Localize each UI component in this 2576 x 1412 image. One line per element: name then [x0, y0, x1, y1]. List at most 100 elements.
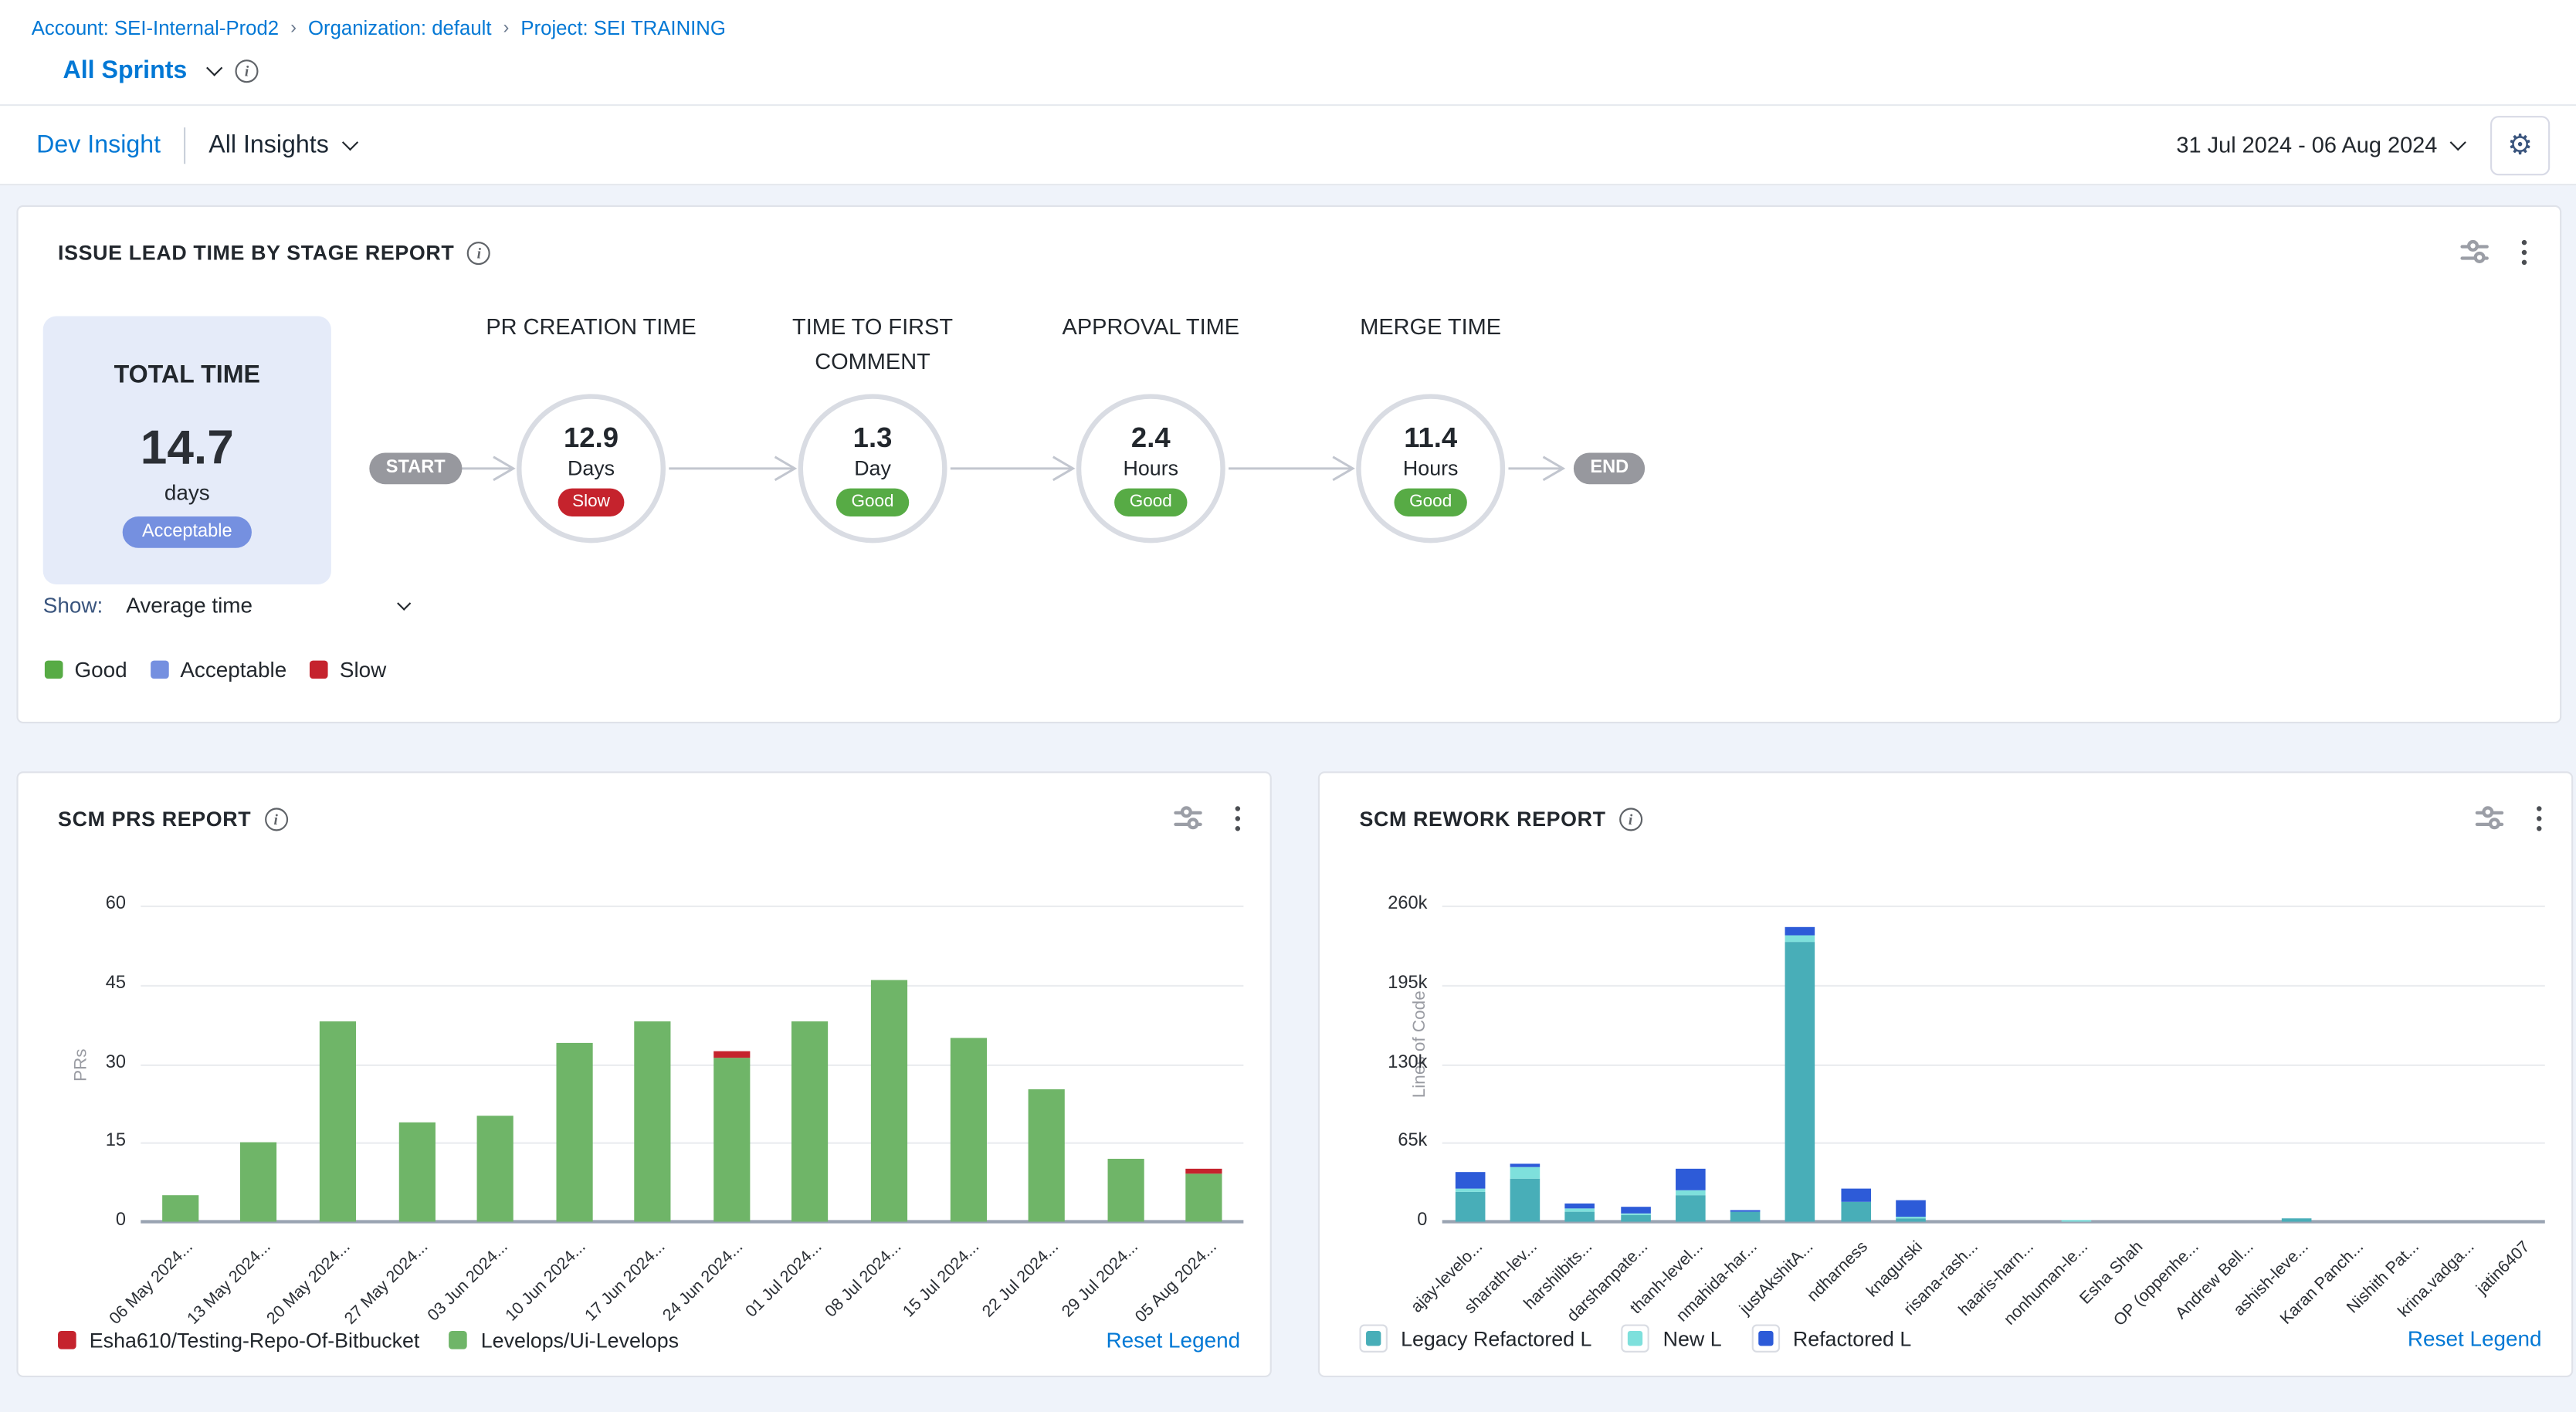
stage-title: APPROVAL TIME: [1026, 310, 1275, 344]
show-dropdown[interactable]: Show: Average time: [43, 593, 408, 618]
scm-prs-chart: PRs 01530456006 May 2024...13 May 2024..…: [141, 906, 1243, 1222]
legend-swatch: [58, 1331, 76, 1349]
info-icon[interactable]: i: [264, 808, 287, 831]
show-value: Average time: [126, 593, 253, 618]
x-axis-label: 13 May 2024...: [185, 1238, 275, 1329]
breadcrumb-separator: ›: [503, 19, 510, 39]
stage-circle[interactable]: 12.9DaysSlow: [517, 394, 666, 543]
stage-value: 11.4: [1404, 422, 1457, 455]
bar-segment: [1186, 1174, 1222, 1221]
panel-title-text: SCM REWORK REPORT: [1359, 808, 1605, 831]
stage-circle[interactable]: 2.4HoursGood: [1076, 394, 1225, 543]
bar-segment: [635, 1021, 671, 1221]
bar-segment: [713, 1051, 750, 1058]
bar-segment: [1107, 1159, 1144, 1222]
bar-segment: [1455, 1189, 1485, 1193]
stage-unit: Day: [854, 456, 891, 479]
breadcrumb-project[interactable]: Project: SEI TRAINING: [520, 16, 725, 39]
bar-segment: [1565, 1212, 1595, 1222]
info-icon[interactable]: i: [1619, 808, 1642, 831]
filter-sliders-icon[interactable]: [2476, 806, 2503, 831]
y-axis-tick: 30: [106, 1052, 126, 1072]
gridline: [1442, 1143, 2545, 1144]
x-axis-label: 10 Jun 2024...: [503, 1238, 591, 1326]
gridline: [141, 984, 1243, 986]
sprint-selector[interactable]: All Sprints: [63, 56, 187, 84]
legend-item[interactable]: Legacy Refactored L: [1359, 1324, 1591, 1352]
x-axis-label: 24 Jun 2024...: [661, 1238, 748, 1326]
legend-item[interactable]: Esha610/Testing-Repo-Of-Bitbucket: [58, 1329, 419, 1352]
bar-segment: [1896, 1219, 1926, 1222]
divider: [184, 127, 185, 163]
stage-circle[interactable]: 1.3Day Good: [798, 394, 947, 543]
bar-segment: [1565, 1208, 1595, 1212]
kebab-menu-icon[interactable]: [1235, 806, 1240, 831]
x-axis-label: 08 Jul 2024...: [822, 1238, 906, 1322]
legend-item[interactable]: Acceptable: [151, 657, 287, 682]
insight-header: Dev Insight All Insights 31 Jul 2024 - 0…: [0, 106, 2576, 185]
stage-title: PR CREATION TIME: [467, 310, 716, 344]
legend-swatch: [1751, 1324, 1779, 1352]
dev-insight-link[interactable]: Dev Insight: [36, 130, 161, 158]
bar-segment: [320, 1021, 356, 1221]
legend-swatch: [151, 661, 169, 679]
stage-unit: Hours: [1124, 456, 1178, 479]
info-icon[interactable]: i: [236, 59, 259, 82]
legend-item[interactable]: Refactored L: [1751, 1324, 1911, 1352]
panel-title: SCM REWORK REPORT i: [1359, 808, 1642, 831]
bar-segment: [241, 1143, 277, 1221]
stage-value: 1.3: [853, 422, 893, 455]
chevron-down-icon[interactable]: [206, 59, 222, 76]
app-window: Account: SEI-Internal-Prod2 › Organizati…: [0, 0, 2576, 1412]
legend-swatch: [310, 661, 328, 679]
filter-sliders-icon[interactable]: [1174, 806, 1202, 831]
stage-unit: Days: [568, 456, 615, 479]
stage-circle[interactable]: 11.4HoursGood: [1356, 394, 1505, 543]
bar-segment: [1841, 1202, 1871, 1222]
rating-legend: Good Acceptable Slow: [45, 657, 386, 682]
top-header: Account: SEI-Internal-Prod2 › Organizati…: [0, 0, 2576, 106]
panel-title-text: SCM PRS REPORT: [58, 808, 251, 831]
bar-segment: [713, 1058, 750, 1222]
insights-dropdown[interactable]: All Insights: [208, 130, 355, 158]
bar-segment: [1841, 1189, 1871, 1202]
bar-segment: [1186, 1168, 1222, 1174]
breadcrumb-organization[interactable]: Organization: default: [308, 16, 491, 39]
legend-swatch-color: [1758, 1331, 1773, 1346]
gridline: [1442, 1220, 2545, 1223]
bar-segment: [1896, 1200, 1926, 1217]
legend-item[interactable]: New L: [1622, 1324, 1722, 1352]
legend-swatch: [1622, 1324, 1649, 1352]
kebab-menu-icon[interactable]: [2537, 806, 2541, 831]
settings-button[interactable]: ⚙: [2490, 115, 2550, 174]
bar-segment: [1676, 1190, 1706, 1195]
stage-title: MERGE TIME: [1307, 310, 1555, 344]
legend-item[interactable]: Good: [45, 657, 127, 682]
stage-rating-badge: Good: [1395, 487, 1467, 515]
date-range-selector[interactable]: 31 Jul 2024 - 06 Aug 2024: [2176, 133, 2463, 157]
chevron-down-icon: [2450, 134, 2466, 151]
legend-label: Levelops/Ui-Levelops: [481, 1329, 679, 1352]
chart-legend: Esha610/Testing-Repo-Of-Bitbucket Levelop…: [58, 1328, 1240, 1353]
y-axis-tick: 195k: [1388, 973, 1427, 993]
x-axis-label: 03 Jun 2024...: [424, 1238, 511, 1326]
scm-prs-panel: SCM PRS REPORT i PRs 01530456006 May 202…: [16, 771, 1271, 1377]
breadcrumb-account[interactable]: Account: SEI-Internal-Prod2: [32, 16, 279, 39]
gridline: [141, 1220, 1243, 1223]
chevron-down-icon: [396, 596, 410, 610]
stage-rating-badge: Good: [836, 487, 909, 515]
legend-item[interactable]: Slow: [310, 657, 386, 682]
reset-legend-link[interactable]: Reset Legend: [2408, 1326, 2542, 1351]
gridline: [141, 906, 1243, 907]
x-axis-label: 15 Jul 2024...: [901, 1238, 985, 1322]
legend-swatch: [449, 1331, 468, 1349]
end-node: END: [1574, 452, 1646, 484]
x-axis-label: 17 Jun 2024...: [581, 1238, 669, 1326]
legend-item[interactable]: Levelops/Ui-Levelops: [449, 1329, 679, 1352]
y-axis-tick: 260k: [1388, 894, 1427, 914]
y-axis-tick: 0: [116, 1210, 126, 1230]
reset-legend-link[interactable]: Reset Legend: [1106, 1328, 1240, 1353]
scm-rework-chart: Lines of Code 065k130k195k260kajay-level…: [1442, 906, 2545, 1222]
x-axis-label: 01 Jul 2024...: [744, 1238, 827, 1322]
bar-segment: [950, 1038, 986, 1222]
